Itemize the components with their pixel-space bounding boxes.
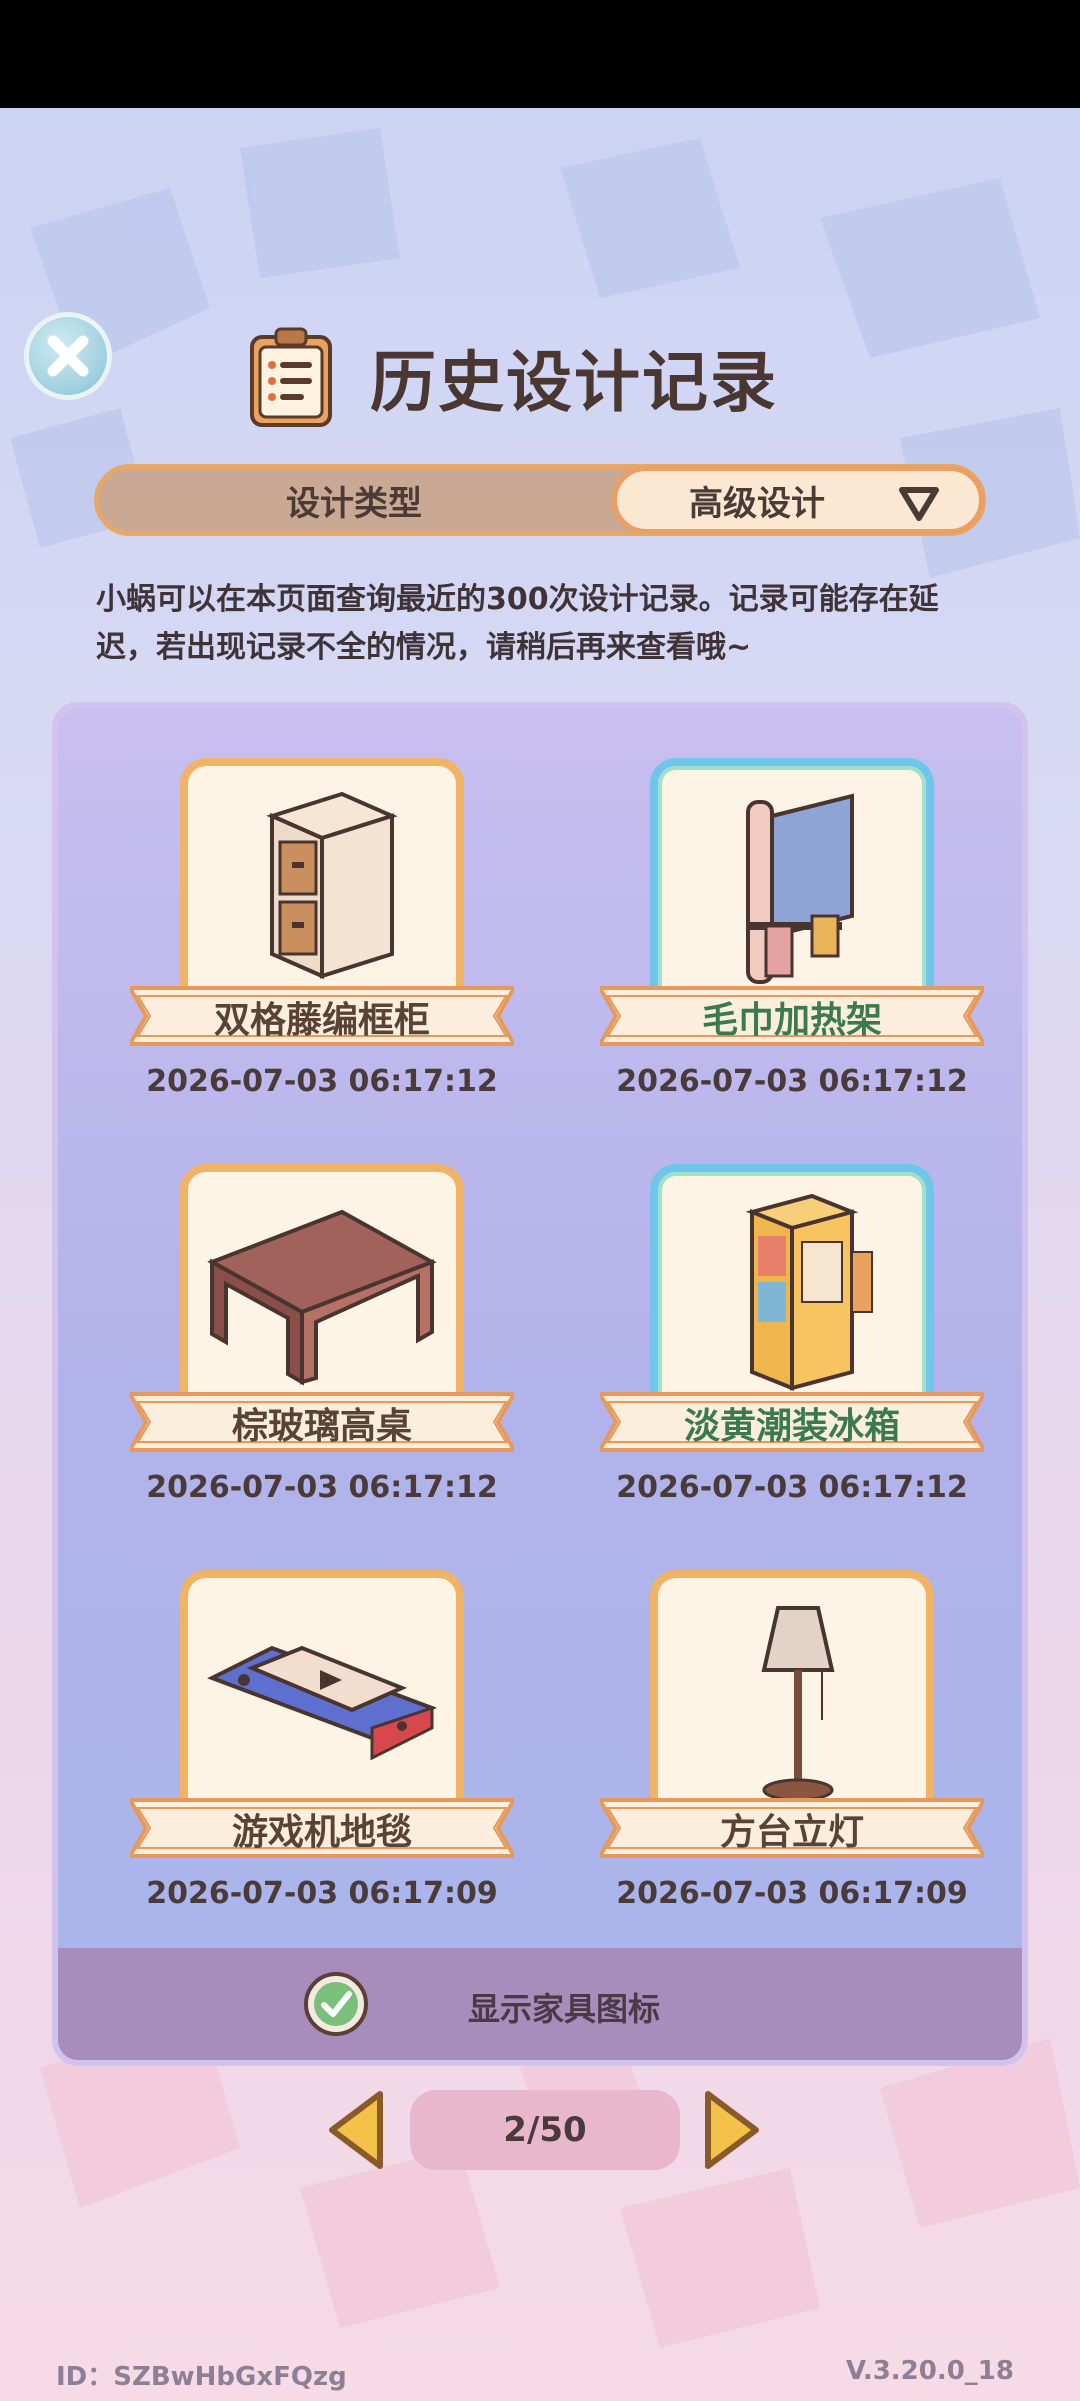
- game-console-rug-icon: [207, 1645, 437, 1761]
- record-name: 游戏机地毯: [231, 1812, 412, 1853]
- record-date: 2026-07-03 06:17:12: [616, 1470, 968, 1505]
- design-type-selected: 高级设计: [689, 483, 825, 524]
- record-name: 棕玻璃高桌: [231, 1406, 412, 1447]
- app-version: V.3.20.0_18: [846, 2356, 1014, 2386]
- record-card[interactable]: 游戏机地毯 2026-07-03 06:17:09: [122, 1548, 522, 1938]
- record-date: 2026-07-03 06:17:12: [146, 1470, 498, 1505]
- record-card[interactable]: 毛巾加热架 2026-07-03 06:17:12: [592, 736, 992, 1126]
- cabinet-icon: [266, 791, 398, 980]
- pagination: 2/50: [0, 2086, 1080, 2176]
- record-name: 双格藤编框柜: [213, 1000, 430, 1041]
- record-date: 2026-07-03 06:17:12: [146, 1064, 498, 1099]
- status-bar: [0, 0, 1080, 108]
- record-date: 2026-07-03 06:17:12: [616, 1064, 968, 1099]
- previous-page-button[interactable]: [326, 2090, 386, 2170]
- design-type-label: 设计类型: [286, 483, 422, 524]
- design-type-dropdown[interactable]: 高级设计: [612, 466, 984, 534]
- record-name: 方台立灯: [719, 1812, 864, 1853]
- fridge-icon: [745, 1193, 873, 1391]
- record-name: 毛巾加热架: [701, 1000, 882, 1041]
- next-page-button[interactable]: [702, 2090, 762, 2170]
- record-date: 2026-07-03 06:17:09: [146, 1876, 498, 1911]
- clipboard-icon: [250, 327, 332, 427]
- record-card[interactable]: 淡黄潮装冰箱 2026-07-03 06:17:12: [592, 1142, 992, 1532]
- towel-rack-icon: [746, 793, 854, 984]
- notice-text: 小蜗可以在本页面查询最近的300次设计记录。记录可能存在延迟，若出现记录不全的情…: [96, 582, 939, 665]
- dropdown-triangle-icon: [899, 487, 939, 521]
- record-date: 2026-07-03 06:17:09: [616, 1876, 968, 1911]
- records-panel: 双格藤编框柜 2026-07-03 06:17:12 毛巾加热架 2026-07…: [52, 702, 1028, 2066]
- show-icons-toggle-row[interactable]: 显示家具图标: [58, 1948, 1022, 2060]
- show-icons-label: 显示家具图标: [468, 1990, 661, 2028]
- record-card[interactable]: 方台立灯 2026-07-03 06:17:09: [592, 1548, 992, 1938]
- record-name: 淡黄潮装冰箱: [683, 1406, 900, 1447]
- user-id: ID：SZBwHbGxFQzg: [56, 2362, 347, 2392]
- close-icon: [47, 335, 89, 377]
- floor-lamp-icon: [761, 1606, 835, 1802]
- page-header: 历史设计记录: [248, 322, 778, 432]
- page-indicator: 2/50: [410, 2090, 680, 2170]
- design-type-filter: 设计类型 高级设计: [94, 464, 986, 536]
- checkbox-checked-icon[interactable]: [302, 1970, 370, 2038]
- page-title: 历史设计记录: [370, 344, 778, 421]
- record-card[interactable]: 双格藤编框柜 2026-07-03 06:17:12: [122, 736, 522, 1126]
- close-button[interactable]: [24, 312, 112, 400]
- record-card[interactable]: 棕玻璃高桌 2026-07-03 06:17:12: [122, 1142, 522, 1532]
- glass-table-icon: [207, 1209, 437, 1386]
